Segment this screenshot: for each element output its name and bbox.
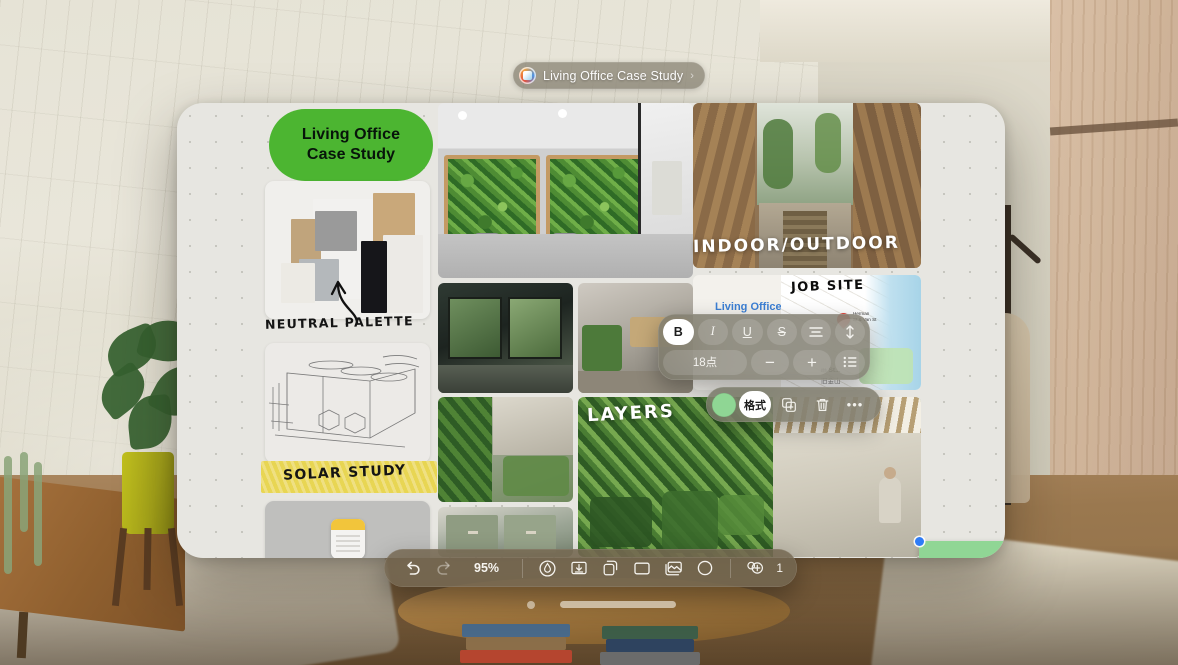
solar-study-sketch[interactable] <box>265 343 430 463</box>
photo-green-courtyard[interactable] <box>438 397 573 502</box>
plant-pot <box>122 452 174 534</box>
object-context-toolbar[interactable]: 格式 ••• <box>706 387 881 422</box>
map-link-title: Living Office <box>715 301 782 313</box>
line-spacing-icon[interactable] <box>835 319 865 345</box>
trash-icon[interactable] <box>807 391 837 418</box>
selection-handle-tl[interactable] <box>915 537 924 546</box>
media-icon[interactable] <box>659 553 689 583</box>
pen-tool-icon[interactable] <box>533 553 563 583</box>
shape-icon[interactable] <box>596 553 626 583</box>
freeform-app-icon <box>519 67 536 84</box>
font-size-increase-button[interactable]: + <box>793 349 831 375</box>
chevron-right-icon[interactable]: › <box>690 70 694 82</box>
font-size-value[interactable]: 18点 <box>663 349 747 375</box>
window-tab-chip[interactable]: Living Office Case Study › <box>513 62 705 89</box>
board-header-text: Living Office Case Study <box>301 126 401 163</box>
plant-stand <box>111 527 184 607</box>
photo-glass-facade[interactable] <box>438 283 573 393</box>
freeform-bottom-toolbar[interactable]: 95% 1 <box>384 549 797 587</box>
text-box-icon[interactable] <box>627 553 657 583</box>
sticky-note-icon[interactable] <box>564 553 594 583</box>
notes-app-icon <box>331 519 365 558</box>
toolbar-divider-2 <box>729 558 731 578</box>
more-options-button[interactable]: ••• <box>840 391 870 418</box>
collaborate-icon[interactable] <box>741 553 771 583</box>
spatial-environment: Living Office Case Study › Living Office… <box>0 0 1178 665</box>
seated-person <box>879 467 901 523</box>
zoom-level-label[interactable]: 95% <box>461 561 512 575</box>
board-header-pill[interactable]: Living Office Case Study <box>269 109 433 181</box>
photo-office-living-wall[interactable] <box>438 103 693 278</box>
text-format-popover[interactable]: B I U S 18点 − + <box>658 314 870 380</box>
freeform-canvas[interactable]: Living Office Case Study NEUTRAL PALETTE… <box>177 103 1005 558</box>
window-resize-grabber[interactable] <box>560 601 676 608</box>
tab-title: Living Office Case Study <box>543 68 684 83</box>
book-stack <box>452 624 752 665</box>
color-swatch-button[interactable] <box>712 392 736 417</box>
strikethrough-button[interactable]: S <box>766 319 797 345</box>
undo-icon[interactable] <box>398 553 428 583</box>
format-button[interactable]: 格式 <box>739 391 771 418</box>
collaborator-count: 1 <box>776 561 783 575</box>
toolbar-divider-1 <box>522 558 523 578</box>
list-icon[interactable] <box>835 349 865 375</box>
label-job-site[interactable]: JOB SITE <box>791 278 865 296</box>
align-icon[interactable] <box>801 319 831 345</box>
duplicate-icon[interactable] <box>774 391 804 418</box>
scribble-icon[interactable] <box>690 553 720 583</box>
font-size-decrease-button[interactable]: − <box>751 349 789 375</box>
italic-button[interactable]: I <box>697 319 728 345</box>
label-neutral-palette[interactable]: NEUTRAL PALETTE <box>265 313 414 332</box>
window-close-dot[interactable] <box>527 601 535 609</box>
freeform-window[interactable]: Living Office Case Study NEUTRAL PALETTE… <box>177 103 1005 558</box>
format-style-row: B I U S <box>663 319 865 345</box>
underline-button[interactable]: U <box>732 319 763 345</box>
trailing-plant <box>0 452 102 602</box>
redo-icon[interactable] <box>430 553 460 583</box>
bold-button[interactable]: B <box>663 319 694 345</box>
format-size-row: 18点 − + <box>663 349 865 375</box>
sticky-note-selected[interactable]: Landscape Architects' Work Samples: See … <box>919 541 1005 558</box>
